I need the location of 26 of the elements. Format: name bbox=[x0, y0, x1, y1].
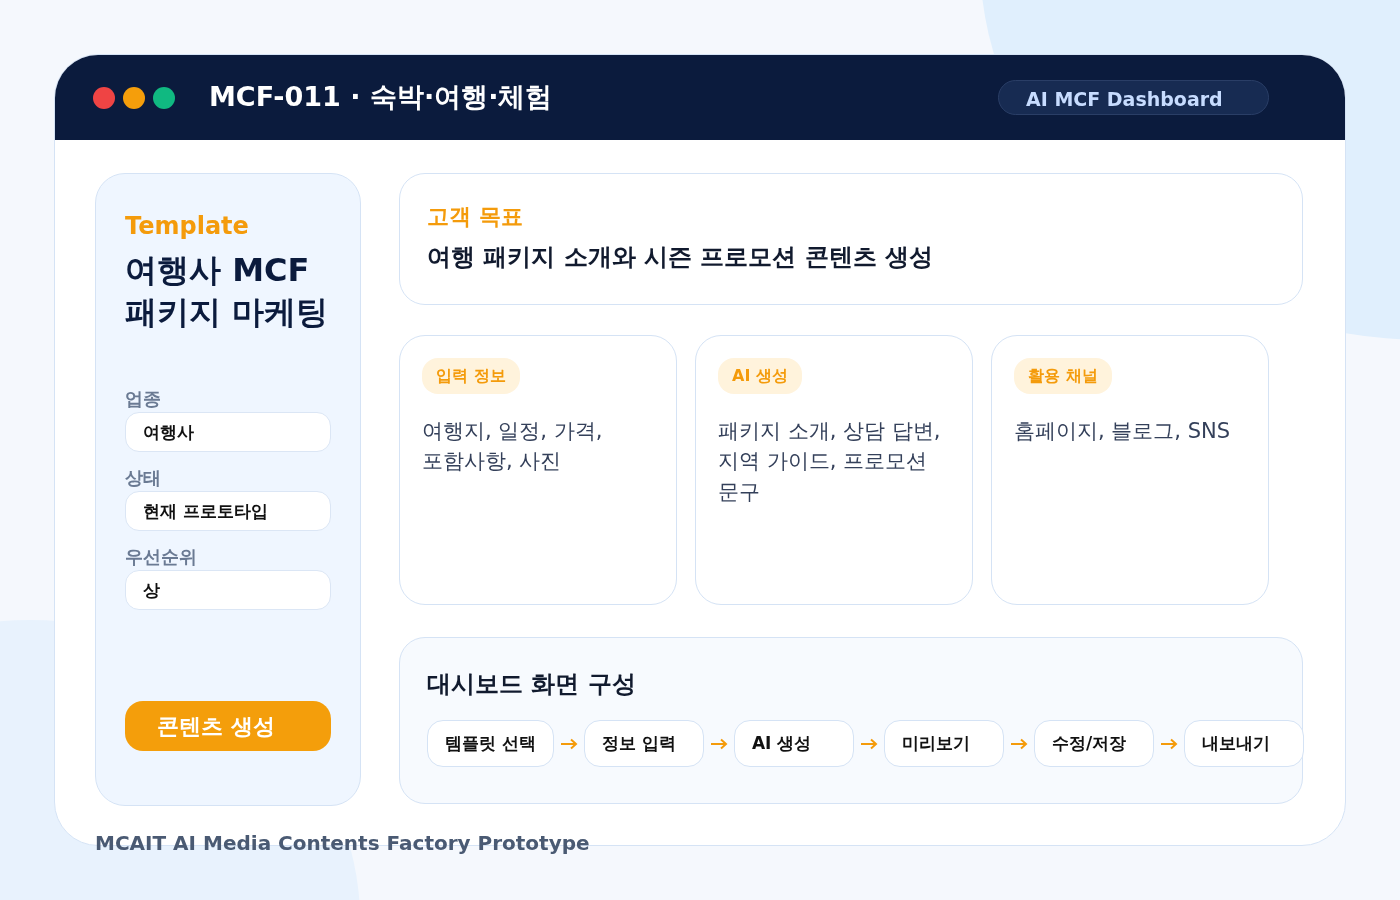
field-label: 상태 bbox=[125, 466, 162, 491]
step-pill: 내보내기 bbox=[1183, 720, 1304, 767]
step-pill: 템플릿 선택 bbox=[427, 720, 554, 767]
window-title: MCF-011 · 숙박·여행·체험 bbox=[209, 80, 553, 115]
goal-text: 여행 패키지 소개와 시즌 프로모션 콘텐츠 생성 bbox=[427, 242, 935, 273]
card-text: 홈페이지, 블로그, SNS bbox=[1014, 418, 1232, 445]
card-tag: AI 생성 bbox=[718, 358, 802, 394]
card-tag: 활용 채널 bbox=[1014, 358, 1112, 394]
field-label: 업종 bbox=[125, 387, 162, 412]
input-field[interactable]: 상 bbox=[125, 570, 331, 611]
step-pill: 미리보기 bbox=[883, 720, 1004, 767]
dashboard-title: 대시보드 화면 구성 bbox=[427, 669, 637, 700]
footer-text: MCAIT AI Media Contents Factory Prototype bbox=[95, 830, 590, 857]
input-field[interactable]: 여행사 bbox=[125, 412, 331, 453]
card-text: 여행지, 일정, 가격, 포함사항, 사진 bbox=[422, 418, 604, 476]
step-pill: AI 생성 bbox=[733, 720, 854, 767]
step-pill: 정보 입력 bbox=[583, 720, 704, 767]
template-label: Template bbox=[125, 211, 250, 242]
goal-label: 고객 목표 bbox=[427, 203, 524, 231]
card-text: 패키지 소개, 상담 답변, 지역 가이드, 프로모션 문구 bbox=[718, 418, 942, 506]
template-title: 여행사 MCF 패키지 마케팅 bbox=[125, 250, 330, 333]
card-tag: 입력 정보 bbox=[422, 358, 520, 394]
dashboard-badge: AI MCF Dashboard bbox=[998, 80, 1269, 115]
field-label: 우선순위 bbox=[125, 545, 198, 570]
step-pill: 수정/저장 bbox=[1033, 720, 1154, 767]
input-field[interactable]: 현재 프로토타입 bbox=[125, 491, 331, 532]
